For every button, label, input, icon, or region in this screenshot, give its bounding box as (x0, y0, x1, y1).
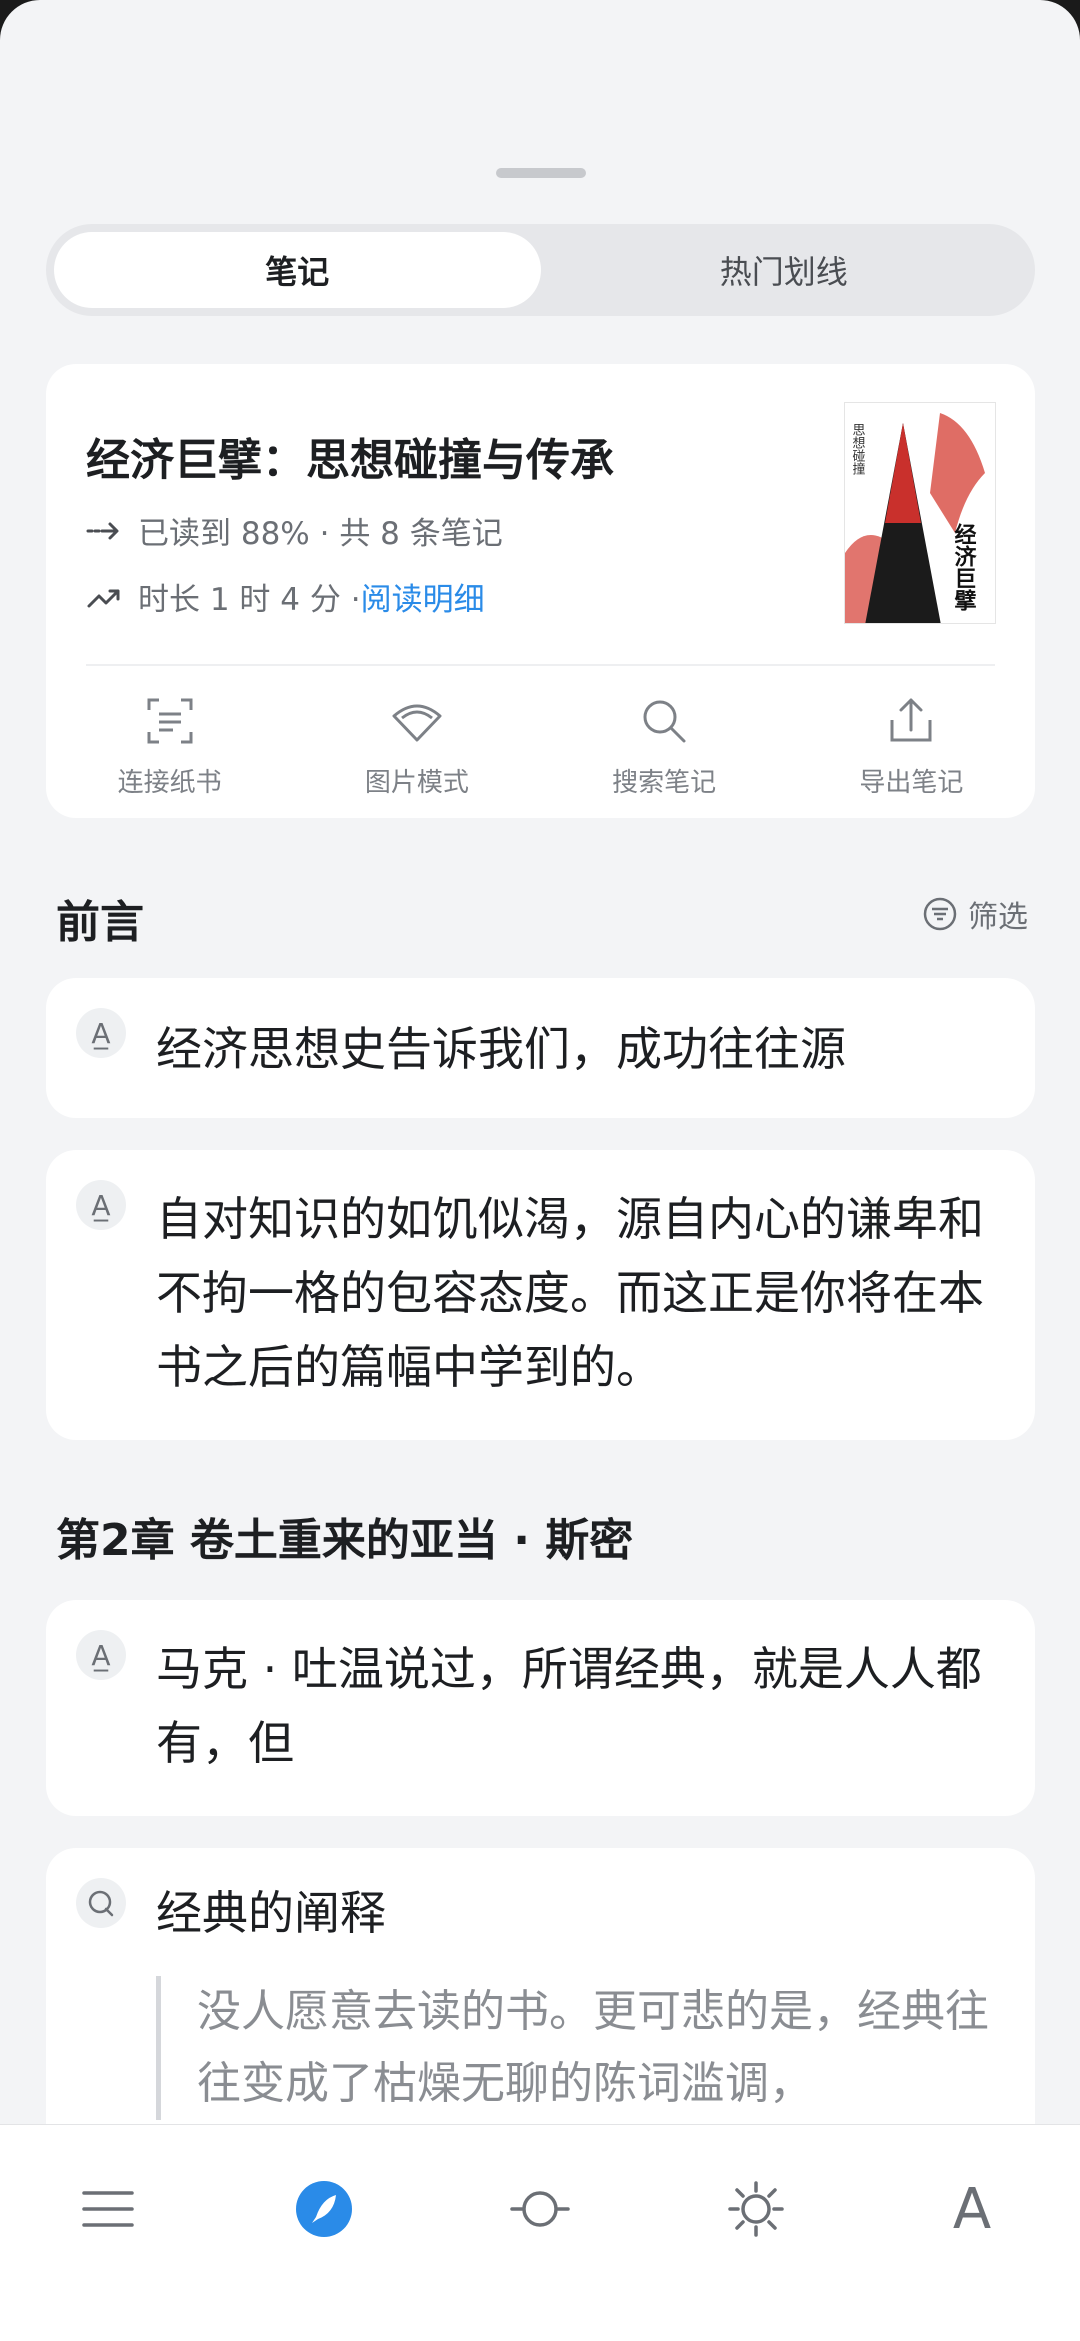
book-cover-art: 经济巨擘 思想碰撞 (845, 403, 995, 623)
thought-bubble-icon (88, 1890, 114, 1917)
trend-up-icon (87, 589, 120, 607)
search-notes-button[interactable]: 搜索笔记 (541, 680, 788, 810)
menu-button[interactable] (68, 2169, 148, 2249)
filter-icon (923, 897, 957, 931)
sheet-drag-handle[interactable] (496, 168, 586, 178)
note-text: 经济思想史告诉我们，成功往往源 (156, 1022, 846, 1076)
book-cover[interactable]: 经济巨擘 思想碰撞 (844, 402, 996, 624)
notes-sheet: 笔记 热门划线 经济巨擘：思想碰撞与传承 已读到 88% · 共 8 条笔记 时… (0, 0, 1080, 2341)
scan-icon (147, 698, 193, 743)
reading-duration-row: 时长 1 时 4 分 · 阅读明细 (86, 574, 485, 619)
svg-text:思想碰撞: 思想碰撞 (850, 423, 866, 475)
reading-detail-link[interactable]: 阅读明细 (361, 574, 485, 619)
bottom-toolbar: A (0, 2124, 1080, 2341)
reading-progress-row: 已读到 88% · 共 8 条笔记 (86, 508, 503, 553)
circle-slider-icon (510, 2191, 570, 2227)
action-label: 连接纸书 (117, 767, 222, 798)
note-card[interactable]: A̲ 经济思想史告诉我们，成功往往源 (46, 978, 1035, 1118)
note-text: 马克 · 吐温说过，所谓经典，就是人人都有，但 (156, 1642, 982, 1770)
action-label: 搜索笔记 (612, 767, 717, 798)
arrow-right-icon (86, 522, 119, 539)
fan-icon (392, 704, 442, 741)
book-title: 经济巨擘：思想碰撞与传承 (86, 435, 614, 486)
action-label: 导出笔记 (859, 767, 964, 798)
filter-button[interactable]: 筛选 (922, 892, 1028, 936)
thought-icon (76, 1878, 126, 1928)
image-mode-button[interactable]: 图片模式 (293, 680, 540, 810)
brightness-icon (728, 2181, 784, 2237)
filter-label: 筛选 (968, 900, 1028, 935)
menu-icon (82, 2191, 134, 2227)
note-text: 自对知识的如饥似渴，源自内心的谦卑和不拘一格的包容态度。而这正是你将在本书之后的… (156, 1192, 984, 1394)
compass-icon (296, 2181, 352, 2237)
connect-paper-book-button[interactable]: 连接纸书 (46, 680, 293, 810)
tab-popular-highlights[interactable]: 热门划线 (541, 232, 1028, 308)
book-actions: 连接纸书 图片模式 搜索笔记 导出笔记 (46, 680, 1035, 810)
tab-notes[interactable]: 笔记 (54, 232, 541, 308)
export-icon (890, 698, 932, 741)
highlight-icon: A̲ (76, 1180, 126, 1230)
highlight-icon: A̲ (76, 1008, 126, 1058)
section-title-chapter-2: 第2章 卷土重来的亚当 · 斯密 (56, 1515, 634, 1566)
section-title-preface: 前言 (56, 897, 144, 948)
action-label: 图片模式 (364, 767, 469, 798)
quoted-passage: 没人愿意去读的书。更可悲的是，经典往往变成了枯燥无聊的陈词滥调， (156, 1976, 1016, 2120)
note-card[interactable]: A̲ 马克 · 吐温说过，所谓经典，就是人人都有，但 (46, 1600, 1035, 1816)
svg-text:经济巨擘: 经济巨擘 (951, 522, 978, 611)
font-icon: A (952, 2176, 992, 2242)
progress-slider-button[interactable] (500, 2169, 580, 2249)
search-icon (643, 700, 686, 742)
highlight-icon: A̲ (76, 1630, 126, 1680)
export-notes-button[interactable]: 导出笔记 (788, 680, 1035, 810)
duration-text: 时长 1 时 4 分 · (138, 582, 361, 618)
segmented-tabs: 笔记 热门划线 (46, 224, 1035, 316)
book-info-card: 经济巨擘：思想碰撞与传承 已读到 88% · 共 8 条笔记 时长 1 时 4 … (46, 364, 1035, 818)
note-card[interactable]: A̲ 自对知识的如饥似渴，源自内心的谦卑和不拘一格的包容态度。而这正是你将在本书… (46, 1150, 1035, 1440)
card-divider (86, 664, 995, 666)
thought-text: 经典的阐释 (156, 1886, 386, 1940)
font-settings-button[interactable]: A (932, 2169, 1012, 2249)
progress-text: 已读到 88% · 共 8 条笔记 (138, 516, 503, 552)
brightness-button[interactable] (716, 2169, 796, 2249)
notes-tab-button[interactable] (284, 2169, 364, 2249)
